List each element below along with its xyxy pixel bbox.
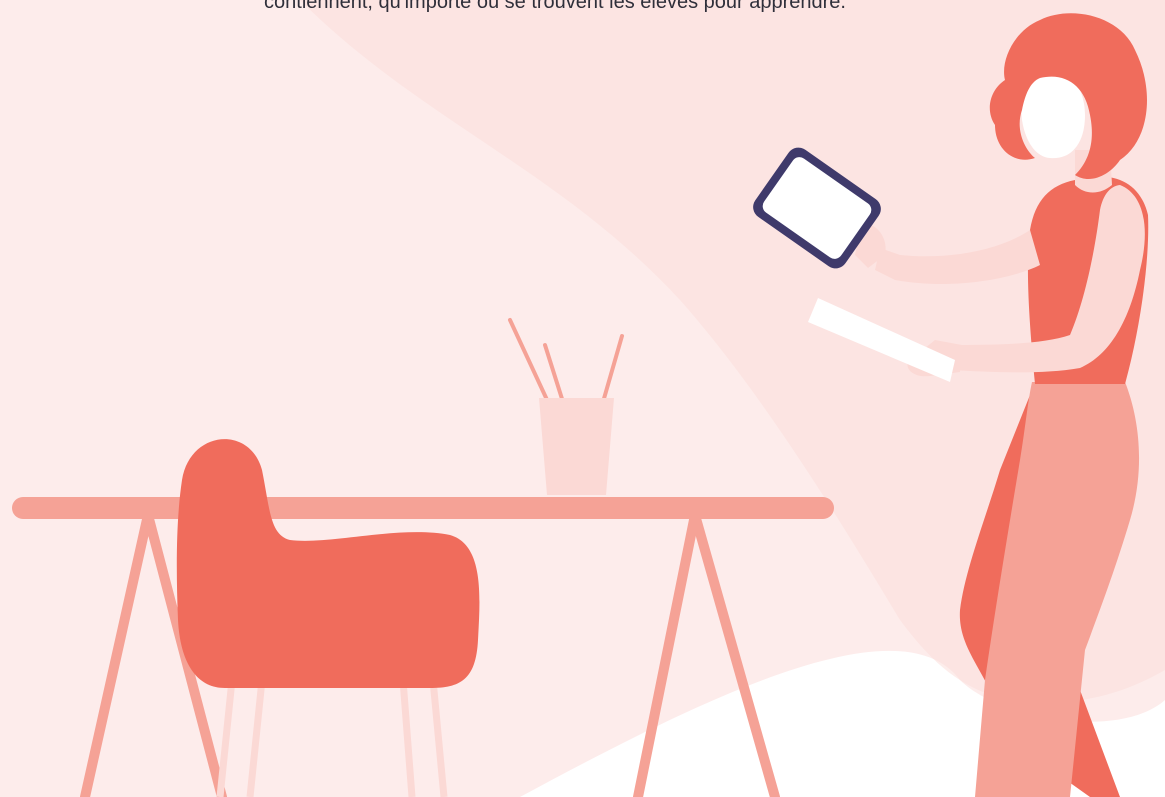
scene-illustration <box>0 0 1165 797</box>
illustration-page: contiennent, qu'importe où se trouvent l… <box>0 0 1165 797</box>
caption-text: contiennent, qu'importe où se trouvent l… <box>264 0 846 13</box>
